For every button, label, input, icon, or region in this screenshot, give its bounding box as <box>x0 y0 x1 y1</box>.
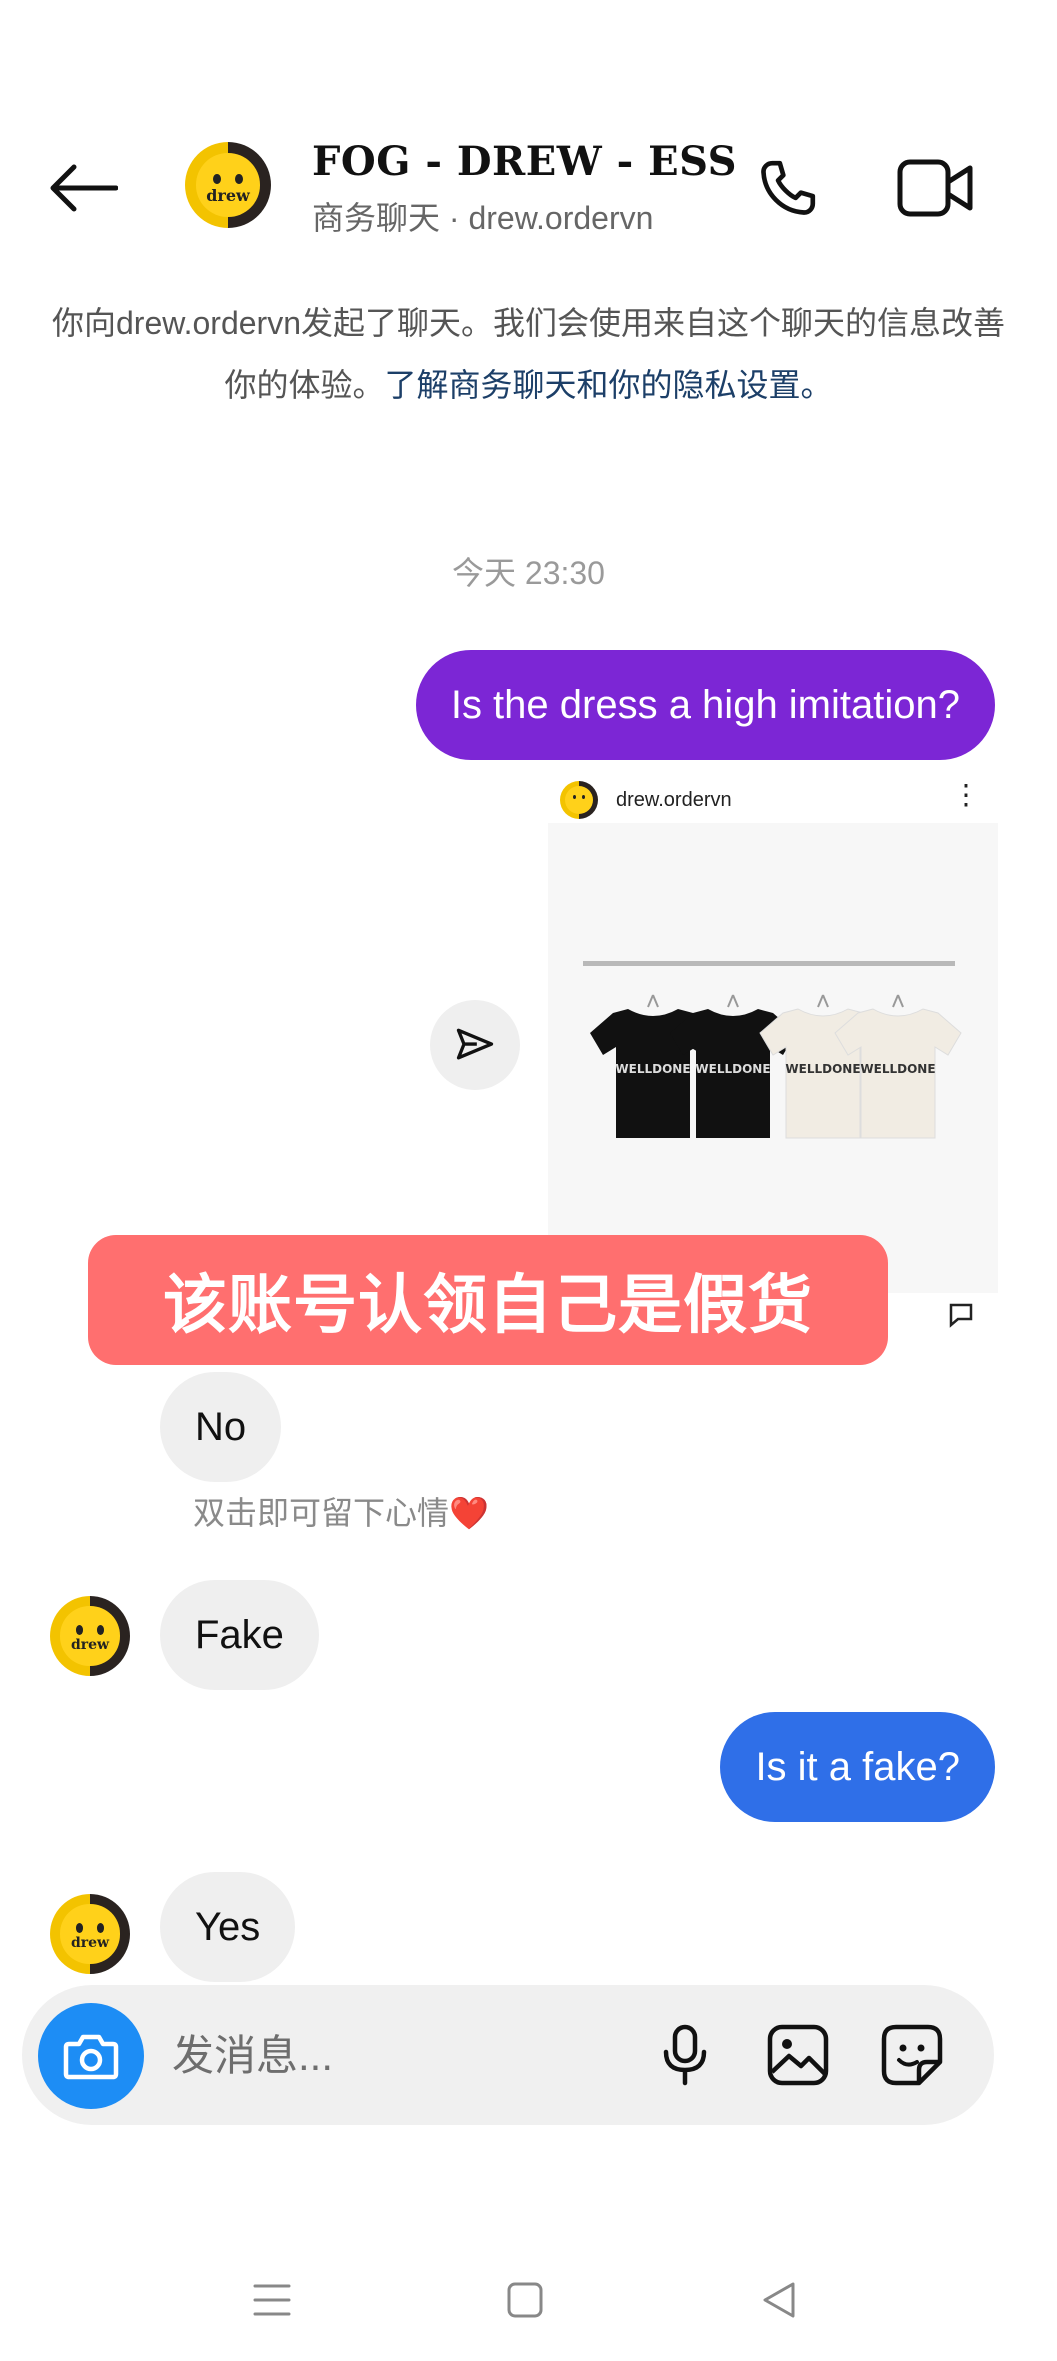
chat-title[interactable]: FOG - DREW - ESS <box>312 138 737 185</box>
nav-back-button[interactable] <box>738 2260 818 2340</box>
camera-icon <box>63 2034 119 2080</box>
home-square-icon <box>507 2282 543 2318</box>
home-button[interactable] <box>485 2260 565 2340</box>
camera-button[interactable] <box>38 2003 144 2109</box>
video-call-button[interactable] <box>890 148 980 228</box>
message-timestamp: 今天 23:30 <box>452 555 605 591</box>
more-options-icon[interactable]: ⋮ <box>952 778 980 811</box>
sender-avatar[interactable]: drew <box>50 1894 130 1974</box>
back-triangle-icon <box>763 2282 795 2318</box>
phone-icon <box>761 160 816 215</box>
outgoing-message[interactable]: Is the dress a high imitation? <box>415 650 995 760</box>
reply-icon[interactable] <box>948 1302 974 1328</box>
avatar-logo-text: drew <box>70 1935 110 1952</box>
outgoing-message[interactable]: Is it a fake? <box>720 1712 995 1822</box>
share-post-button[interactable] <box>430 1000 520 1090</box>
privacy-settings-link[interactable]: 了解商务聊天和你的隐私设置。 <box>385 367 833 403</box>
shared-post-header: drew.ordervn ⋮ <box>560 770 998 830</box>
business-chat-notice: 你向drew.ordervn发起了聊天。我们会使用来自这个聊天的信息改善你的体验… <box>40 292 1017 416</box>
microphone-icon <box>663 2024 707 2086</box>
menu-icon <box>253 2284 291 2316</box>
overlay-caption: 该账号认领自己是假货 <box>88 1235 888 1365</box>
avatar-logo-text: drew <box>70 1637 110 1654</box>
voice-call-button[interactable] <box>748 148 828 228</box>
chat-subtitle: 商务聊天 · drew.ordervn <box>312 200 654 236</box>
avatar[interactable]: drew <box>185 142 271 228</box>
sticker-button[interactable] <box>872 2015 952 2095</box>
video-camera-icon <box>897 159 973 217</box>
recent-apps-button[interactable] <box>232 2260 312 2340</box>
incoming-message[interactable]: Fake <box>160 1580 319 1690</box>
avatar-logo-text: drew <box>206 186 250 206</box>
message-input[interactable] <box>170 2025 634 2087</box>
heart-icon: ❤️ <box>449 1495 489 1531</box>
gallery-icon <box>767 2024 829 2086</box>
shirt-print: WELLDONE <box>860 1062 935 1076</box>
voice-message-button[interactable] <box>645 2015 725 2095</box>
reaction-hint: 双击即可留下心情❤️ <box>193 1488 489 1534</box>
shared-post-avatar <box>560 781 598 819</box>
clothes-rail <box>583 961 955 966</box>
sticker-icon <box>881 2024 943 2086</box>
shared-post-image: WELLDONE WELLDONE WELLDONE WELLDONE <box>548 823 998 1293</box>
shared-post-username: drew.ordervn <box>616 788 732 811</box>
send-icon <box>456 1028 494 1060</box>
back-arrow-icon <box>50 164 118 211</box>
sender-avatar[interactable]: drew <box>50 1596 130 1676</box>
gallery-button[interactable] <box>758 2015 838 2095</box>
incoming-message[interactable]: Yes <box>160 1872 296 1982</box>
tshirt-image: WELLDONE <box>834 994 962 1139</box>
back-button[interactable] <box>40 145 125 230</box>
reaction-hint-text: 双击即可留下心情 <box>193 1495 450 1531</box>
incoming-message[interactable]: No <box>160 1372 282 1482</box>
